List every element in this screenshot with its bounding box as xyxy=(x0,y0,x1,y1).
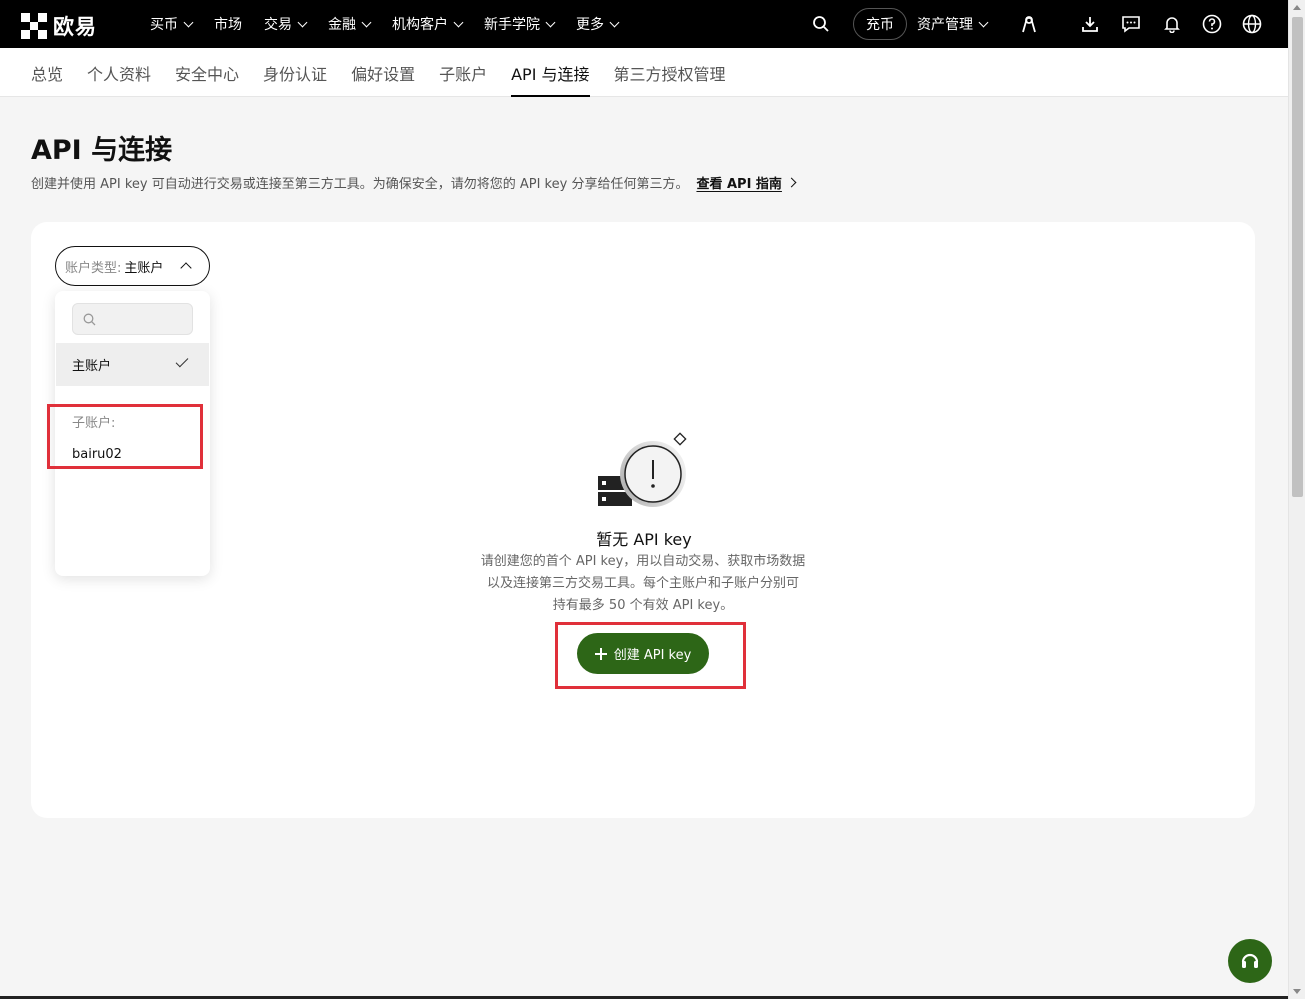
dropdown-search-input[interactable] xyxy=(100,311,185,327)
search-icon xyxy=(83,313,96,325)
nav-institutional[interactable]: 机构客户 xyxy=(392,14,464,34)
page-title: API 与连接 xyxy=(31,135,173,166)
empty-desc-line: 以及连接第三方交易工具。每个主账户和子账户分别可 xyxy=(486,576,799,591)
chevron-right-icon xyxy=(786,177,797,188)
chevron-up-icon xyxy=(180,262,192,274)
nav-label: 更多 xyxy=(576,17,604,33)
tab-third-party-auth[interactable]: 第三方授权管理 xyxy=(614,48,726,97)
api-guide-link[interactable]: 查看 API 指南 xyxy=(696,173,797,192)
okx-logo[interactable]: 欧易 xyxy=(21,11,97,41)
nav-label: 买币 xyxy=(150,17,178,33)
message-icon[interactable] xyxy=(1119,12,1143,36)
highlight-box-subaccount xyxy=(47,404,203,469)
asset-menu-label: 资产管理 xyxy=(917,17,973,33)
page-description-row: 创建并使用 API key 可自动进行交易或连接至第三方工具。为确保安全，请勿将… xyxy=(31,173,797,192)
no-api-key-illustration xyxy=(597,432,689,512)
chevron-down-icon xyxy=(297,17,308,27)
tab-subaccounts[interactable]: 子账户 xyxy=(439,48,487,97)
nav-label: 市场 xyxy=(214,17,242,33)
empty-state-description: 请创建您的首个 API key，用以自动交易、获取市场数据 以及连接第三方交易工… xyxy=(470,551,816,617)
plus-icon xyxy=(594,647,607,660)
nav-label: 交易 xyxy=(264,17,292,33)
top-nav-bar: 欧易 买币 市场 交易 金融 机构客户 新手学院 更多 充币 资产管理 xyxy=(0,0,1288,48)
nav-more[interactable]: 更多 xyxy=(576,14,620,34)
tab-preferences[interactable]: 偏好设置 xyxy=(351,48,415,97)
empty-state-title: 暂无 API key xyxy=(596,530,692,549)
dropdown-search-box[interactable] xyxy=(72,303,193,335)
empty-desc-line: 请创建您的首个 API key，用以自动交易、获取市场数据 xyxy=(480,554,806,569)
user-icon[interactable] xyxy=(1017,12,1041,36)
nav-markets[interactable]: 市场 xyxy=(214,14,242,34)
deposit-button[interactable]: 充币 xyxy=(853,8,907,40)
headset-icon xyxy=(1241,953,1259,968)
brand-name: 欧易 xyxy=(53,15,97,39)
tab-profile[interactable]: 个人资料 xyxy=(87,48,151,97)
account-subnav: 总览 个人资料 安全中心 身份认证 偏好设置 子账户 API 与连接 第三方授权… xyxy=(0,48,1288,97)
nav-label: 新手学院 xyxy=(484,17,540,33)
globe-icon[interactable] xyxy=(1240,12,1264,36)
account-type-value: 主账户 xyxy=(124,260,164,276)
nav-buy-crypto[interactable]: 买币 xyxy=(150,14,194,34)
nav-academy[interactable]: 新手学院 xyxy=(484,14,556,34)
option-label: 主账户 xyxy=(72,359,112,374)
logo-mark-icon xyxy=(21,13,47,39)
tab-api[interactable]: API 与连接 xyxy=(511,48,590,97)
download-icon[interactable] xyxy=(1078,12,1102,36)
scroll-down-arrow-icon[interactable] xyxy=(1293,989,1301,994)
create-api-key-label: 创建 API key xyxy=(613,648,692,663)
nav-label: 金融 xyxy=(328,17,356,33)
tab-security[interactable]: 安全中心 xyxy=(175,48,239,97)
search-icon[interactable] xyxy=(809,12,833,36)
nav-trade[interactable]: 交易 xyxy=(264,14,308,34)
api-guide-label: 查看 API 指南 xyxy=(696,177,782,192)
chevron-down-icon xyxy=(609,17,620,27)
chevron-down-icon xyxy=(545,17,556,27)
nav-label: 机构客户 xyxy=(392,17,448,33)
api-card xyxy=(31,222,1255,818)
create-api-key-button[interactable]: 创建 API key xyxy=(577,633,709,674)
scrollbar-thumb[interactable] xyxy=(1292,17,1303,497)
support-chat-button[interactable] xyxy=(1228,939,1272,983)
account-type-label: 账户类型: xyxy=(65,260,122,276)
dropdown-option-main-account[interactable]: 主账户 xyxy=(56,343,209,386)
chevron-down-icon xyxy=(183,17,194,27)
empty-desc-line: 持有最多 50 个有效 API key。 xyxy=(552,598,734,613)
asset-management-menu[interactable]: 资产管理 xyxy=(917,14,989,34)
scroll-up-arrow-icon[interactable] xyxy=(1293,5,1301,10)
tab-verification[interactable]: 身份认证 xyxy=(263,48,327,97)
tab-overview[interactable]: 总览 xyxy=(31,48,63,97)
page-description: 创建并使用 API key 可自动进行交易或连接至第三方工具。为确保安全，请勿将… xyxy=(31,177,689,192)
check-icon xyxy=(175,354,189,368)
help-icon[interactable] xyxy=(1200,12,1224,36)
bell-icon[interactable] xyxy=(1160,12,1184,36)
nav-finance[interactable]: 金融 xyxy=(328,14,372,34)
header-tools: 充币 资产管理 xyxy=(809,0,1264,48)
chevron-down-icon xyxy=(978,17,989,27)
chevron-down-icon xyxy=(453,17,464,27)
main-nav: 买币 市场 交易 金融 机构客户 新手学院 更多 xyxy=(150,0,620,48)
account-type-select[interactable]: 账户类型: 主账户 xyxy=(55,246,210,286)
chevron-down-icon xyxy=(361,17,372,27)
page-scrollbar[interactable] xyxy=(1288,0,1305,999)
